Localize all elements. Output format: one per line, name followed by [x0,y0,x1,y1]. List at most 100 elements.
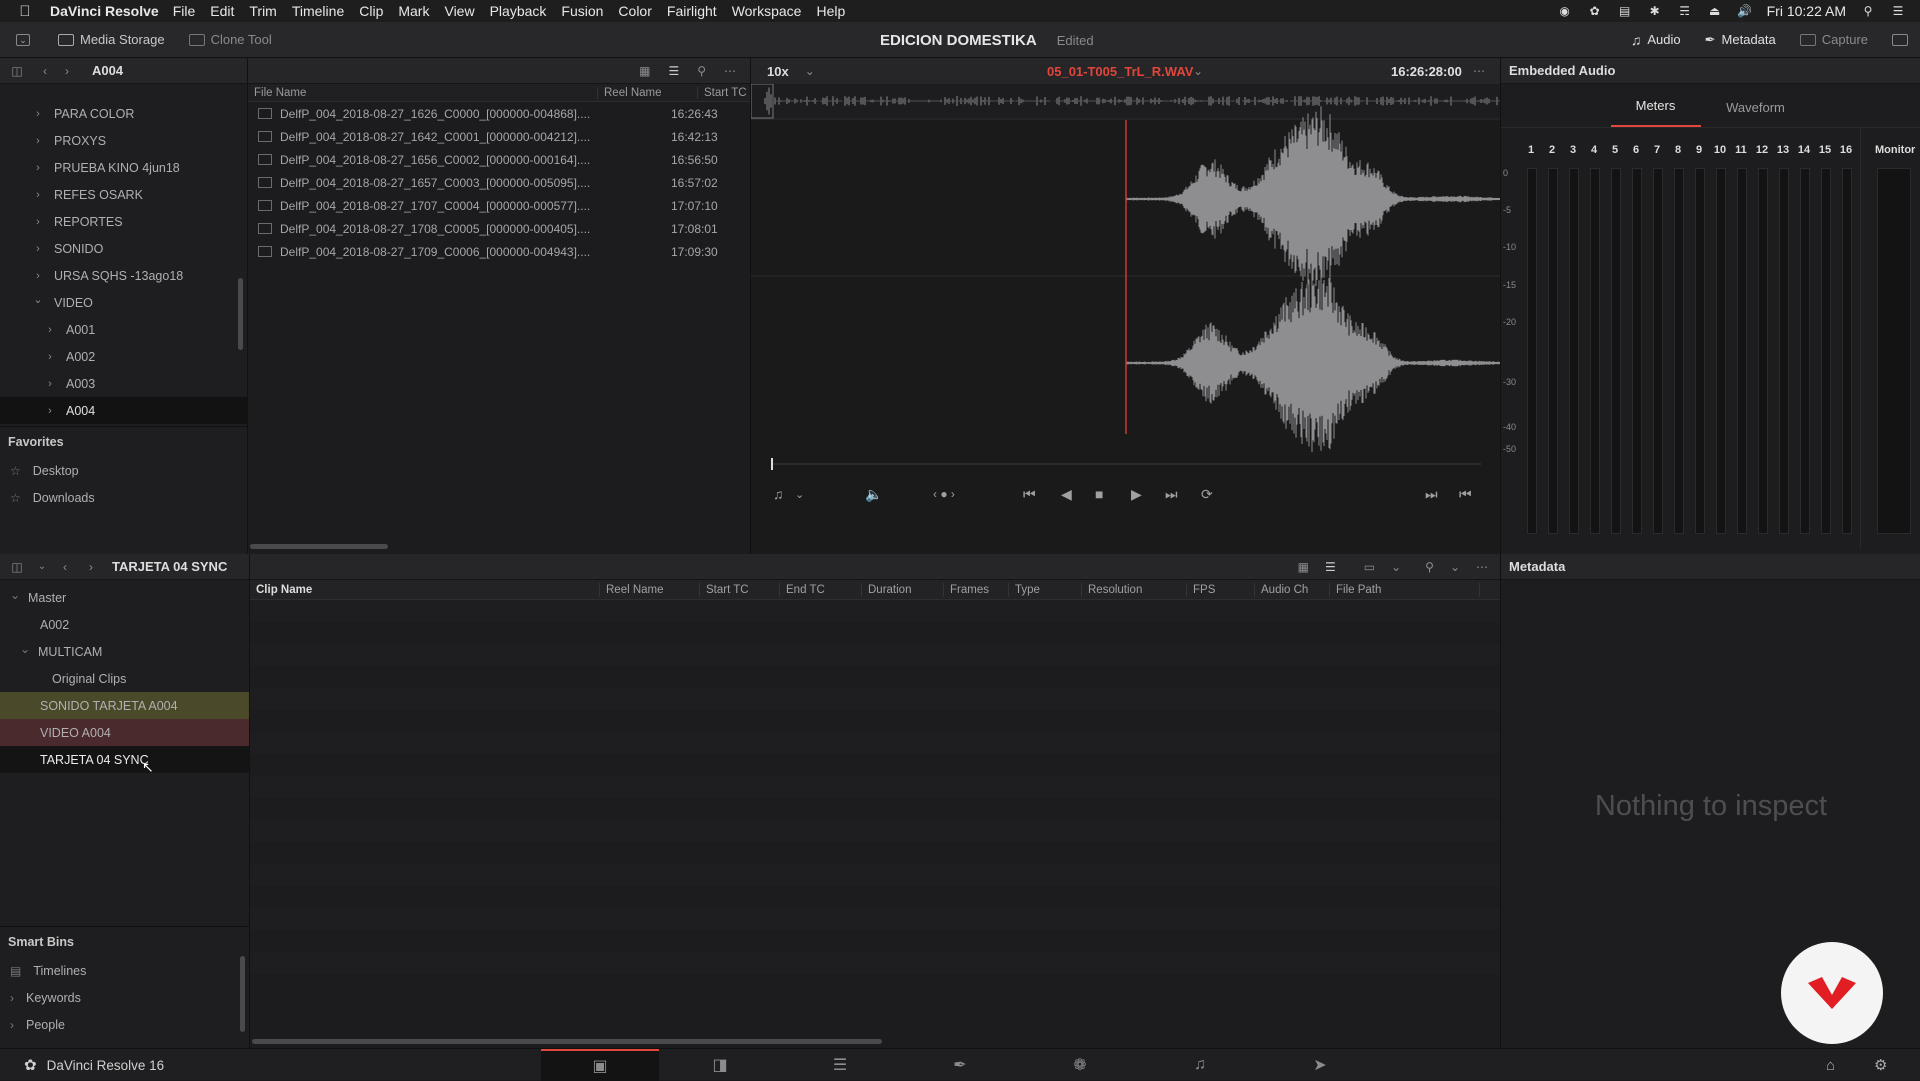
chevron-right-icon[interactable]: › [32,108,44,120]
smart-bin-keywords[interactable]: › Keywords [0,984,250,1011]
clip-column-header[interactable]: Duration [862,582,944,597]
loop-icon[interactable]: ⟳ [1201,486,1213,503]
chevron-down-icon[interactable]: ⌄ [10,588,28,602]
menu-fusion[interactable]: Fusion [561,3,603,19]
menu-workspace[interactable]: Workspace [732,3,802,19]
clip-column-header[interactable]: Reel Name [600,582,700,597]
sidebar-toggle-icon[interactable]: ◫ [0,560,34,574]
menubar-clock[interactable]: Fri 10:22 AM [1767,3,1846,19]
chevron-right-icon[interactable]: › [44,405,56,417]
record-status-icon[interactable]: ◉ [1557,4,1573,18]
favorite-downloads[interactable]: ☆ Downloads [0,484,248,511]
sidebar-toggle-icon[interactable]: ◫ [0,64,34,78]
chevron-right-icon[interactable]: › [32,189,44,201]
smart-bin-people[interactable]: › People [0,1011,250,1038]
mark-in-icon[interactable]: ⏭ [1425,486,1438,503]
stop-icon[interactable]: ■ [1095,486,1103,502]
sidebar-chevron-icon[interactable]: ⌄ [34,561,50,572]
play-icon[interactable]: ▶ [1131,486,1142,503]
chevron-right-icon[interactable]: › [32,270,44,282]
folder-item[interactable]: › PARA COLOR [0,100,247,127]
panel-toggle-button[interactable]: ⌄ [0,22,46,58]
more-options-icon[interactable]: ⋯ [724,64,736,78]
home-icon[interactable]: ⌂ [1826,1057,1835,1074]
chevron-right-icon[interactable]: › [32,162,44,174]
search-chevron-icon[interactable]: ⌄ [1450,560,1460,574]
filmstrip-view-icon[interactable]: ▭ [1364,560,1375,574]
mark-out-icon[interactable]: ⏮ [1459,486,1472,503]
page-fusion[interactable]: ✒ [901,1049,1019,1081]
jog-control-icon[interactable]: ‹ ● › [933,487,955,501]
file-row[interactable]: DelfP_004_2018-08-27_1642_C0001_[000000-… [248,125,750,148]
wifi-icon[interactable]: ☴ [1677,4,1693,18]
folder-item[interactable]: › A001 [0,316,247,343]
list-view-icon[interactable]: ☰ [668,64,679,78]
folder-item[interactable]: ⌄ VIDEO [0,289,247,316]
view-chevron-icon[interactable]: ⌄ [1391,560,1401,574]
chevron-down-icon[interactable]: ⌄ [32,293,44,306]
file-row[interactable]: DelfP_004_2018-08-27_1708_C0005_[000000-… [248,217,750,240]
folder-item[interactable]: › URSA SQHS -13ago18 [0,262,247,289]
menu-color[interactable]: Color [618,3,651,19]
clip-column-header[interactable]: Audio Ch [1255,582,1330,597]
smart-bins-scrollbar[interactable] [240,956,245,1032]
viewer-more-icon[interactable]: ⋯ [1473,64,1485,78]
list-view-icon[interactable]: ☰ [1325,560,1336,574]
folder-item[interactable]: › REFES OSARK [0,181,247,208]
menu-file[interactable]: File [173,3,196,19]
clone-tool-button[interactable]: Clone Tool [177,22,284,58]
skip-to-end-icon[interactable]: ⏭ [1165,486,1178,503]
drive-icon[interactable]: ▤ [1617,4,1633,18]
chevron-right-icon[interactable]: › [32,243,44,255]
page-cut[interactable]: ◨ [661,1049,779,1081]
back-chevron-icon[interactable]: ‹ [34,64,56,78]
eject-icon[interactable]: ⏏ [1707,4,1723,18]
page-edit[interactable]: ☰ [781,1049,899,1081]
folder-item[interactable]: › A004 [0,397,247,424]
search-icon[interactable]: ⚲ [697,64,706,78]
file-row[interactable]: DelfP_004_2018-08-27_1656_C0002_[000000-… [248,148,750,171]
forward-chevron-icon[interactable]: › [56,64,78,78]
grid-view-icon[interactable]: ▦ [639,64,650,78]
folder-item[interactable]: › PRUEBA KINO 4jun18 [0,154,247,181]
grid-view-icon[interactable]: ▦ [1298,560,1309,574]
file-row[interactable]: DelfP_004_2018-08-27_1626_C0000_[000000-… [248,102,750,125]
col-reel-name[interactable]: Reel Name [598,86,698,99]
col-start-tc[interactable]: Start TC [698,87,748,99]
speaker-icon[interactable]: 🔈 [865,486,882,503]
more-options-icon[interactable]: ⋯ [1476,560,1488,574]
media-storage-button[interactable]: Media Storage [46,22,177,58]
folder-item[interactable]: › SONIDO [0,235,247,262]
audio-waveform-icon[interactable]: ♫ [773,486,784,502]
menu-fairlight[interactable]: Fairlight [667,3,717,19]
bin-item[interactable]: ⌄ Master [0,584,249,611]
menu-edit[interactable]: Edit [210,3,234,19]
spotlight-search-icon[interactable]: ⚲ [1860,4,1876,18]
page-media[interactable]: ▣ [541,1049,659,1081]
chevron-down-icon[interactable]: ⌄ [20,642,38,656]
bin-item[interactable]: SONIDO TARJETA A004 [0,692,249,719]
clip-column-header[interactable]: File Path [1330,582,1480,597]
bluetooth-icon[interactable]: ✱ [1647,4,1663,18]
skip-to-start-icon[interactable]: ⏮ [1023,486,1036,503]
chevron-right-icon[interactable]: › [44,324,56,336]
menu-trim[interactable]: Trim [249,3,276,19]
forward-chevron-icon[interactable]: › [80,560,102,574]
file-list-scrollbar[interactable] [250,544,388,549]
menu-view[interactable]: View [444,3,474,19]
chevron-right-icon[interactable]: › [32,216,44,228]
page-fairlight[interactable]: ♫ [1141,1049,1259,1081]
file-row[interactable]: DelfP_004_2018-08-27_1707_C0004_[000000-… [248,194,750,217]
notification-center-icon[interactable]: ☰ [1890,4,1906,18]
volume-icon[interactable]: 🔊 [1737,4,1753,18]
waveform-chevron-icon[interactable]: ⌄ [795,488,804,501]
menu-timeline[interactable]: Timeline [292,3,344,19]
metadata-panel-button[interactable]: ✒ Metadata [1693,22,1788,58]
back-chevron-icon[interactable]: ‹ [50,560,80,574]
chevron-right-icon[interactable]: › [32,135,44,147]
apple-menu-icon[interactable]:  [0,3,50,20]
col-file-name[interactable]: File Name [248,86,598,99]
folder-item[interactable]: › A002 [0,343,247,370]
page-deliver[interactable]: ➤ [1261,1049,1379,1081]
viewer-clip-name[interactable]: 05_01-T005_TrL_R.WAV [1047,64,1193,79]
